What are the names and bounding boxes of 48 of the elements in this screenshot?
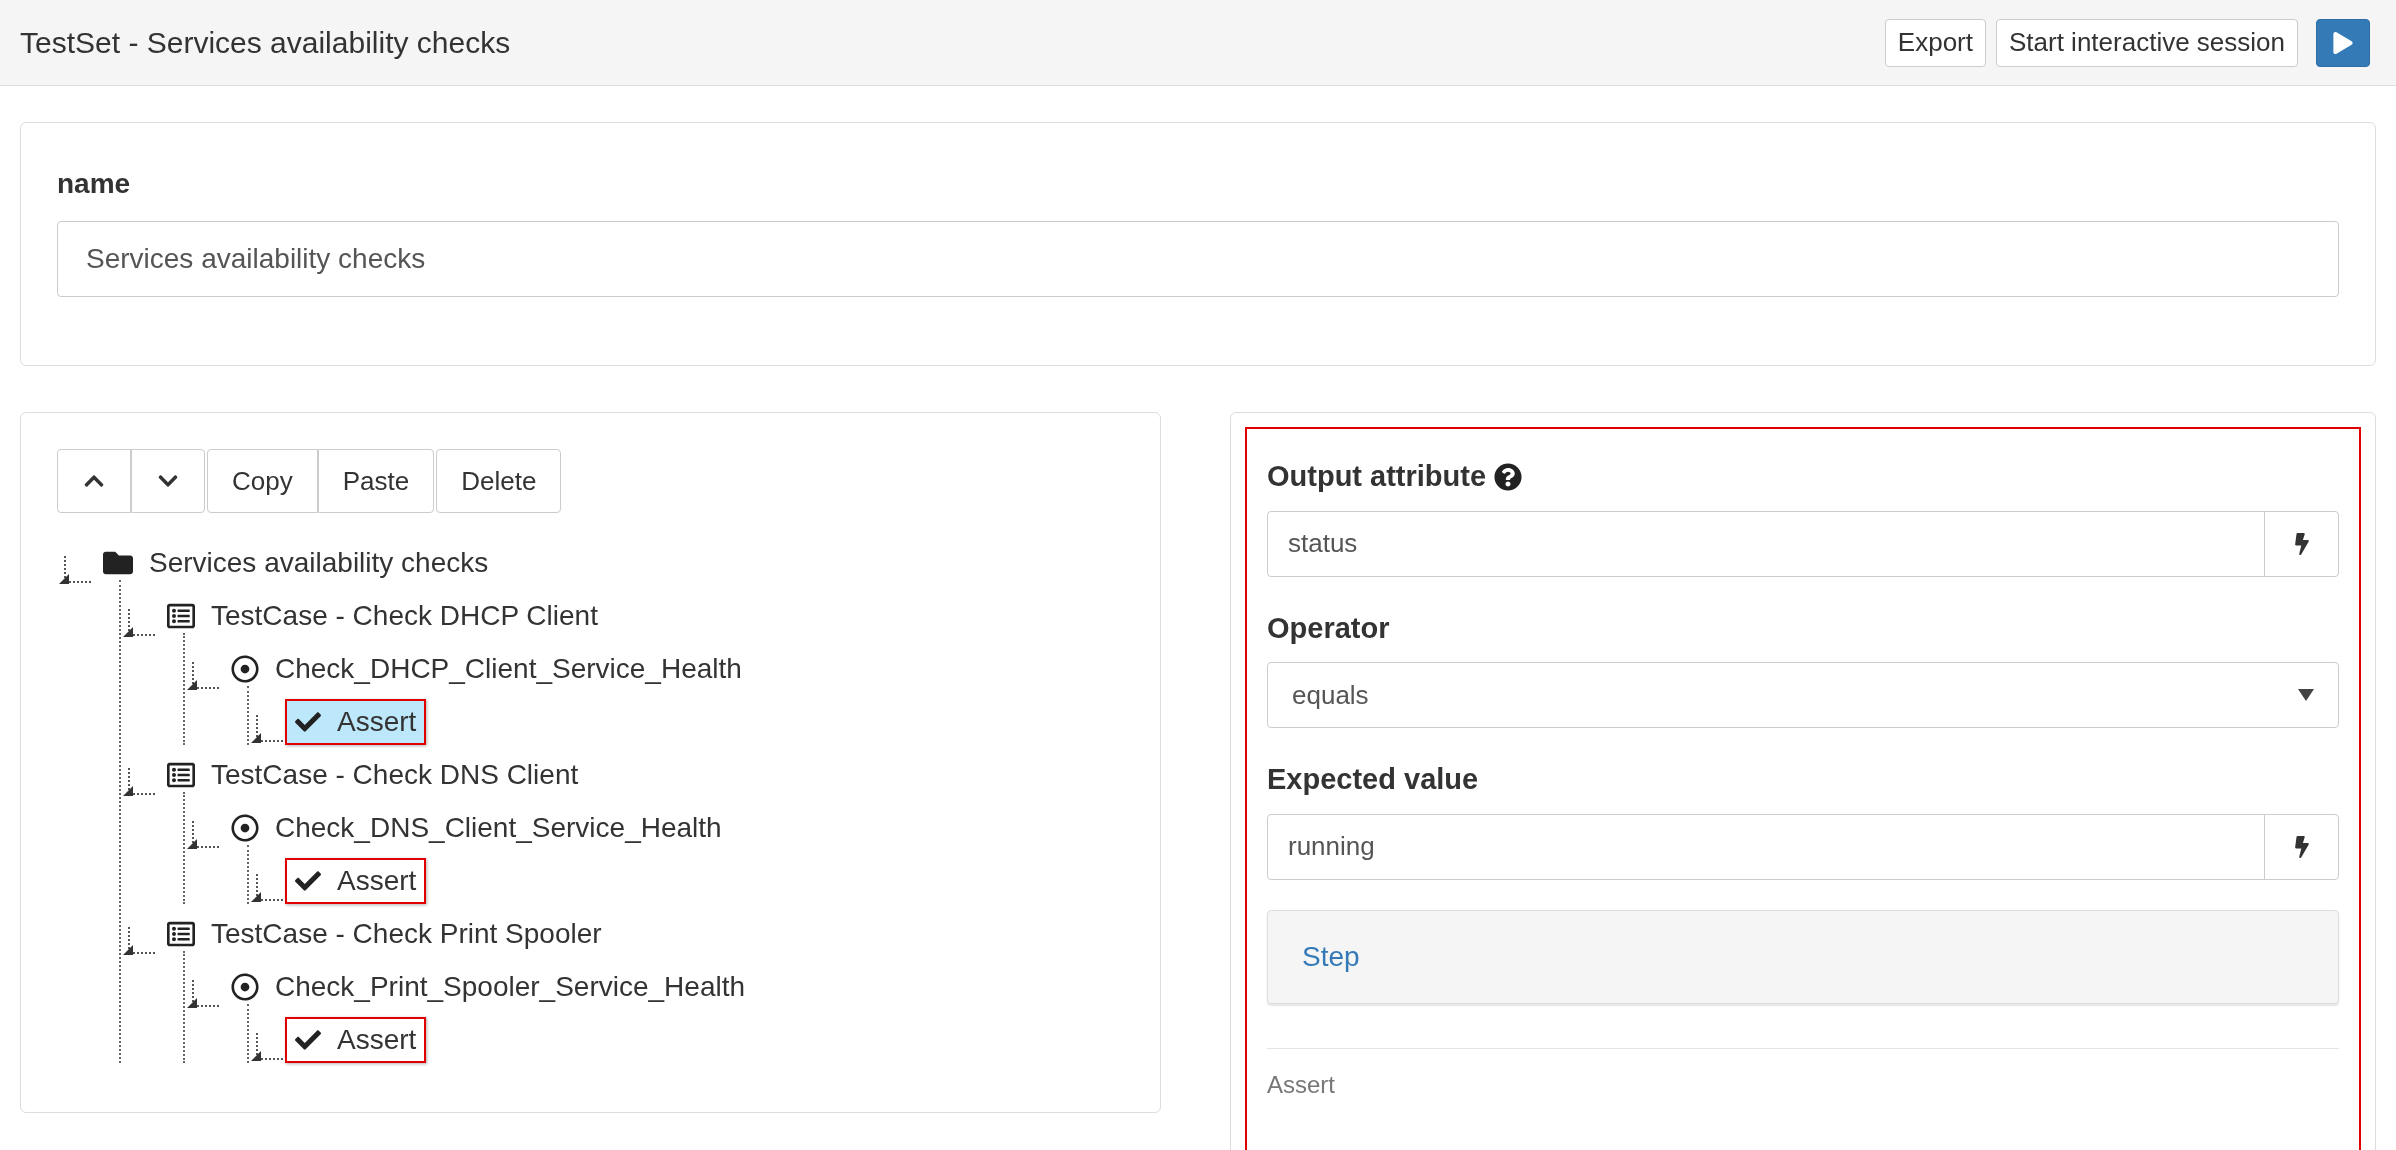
run-button[interactable] (2316, 18, 2370, 67)
tree-connector-icon (185, 980, 221, 1010)
target-icon (231, 973, 259, 1001)
tree-connector-icon (185, 662, 221, 692)
field-label: Expected value (1267, 762, 1479, 797)
target-icon (231, 655, 259, 683)
play-icon (2332, 31, 2354, 54)
field-label: Output attribute (1267, 459, 1487, 494)
tree-connector-icon (185, 821, 221, 851)
tree-connector-icon (121, 609, 157, 639)
toolbar-button[interactable]: Paste (317, 449, 435, 513)
operator-select[interactable]: equals (1267, 662, 2339, 728)
value-field[interactable]: running (1267, 813, 2339, 880)
header-button[interactable]: Start interactive session (1996, 18, 2298, 67)
tree-node[interactable]: Check_DNS_Client_Service_Health (221, 805, 732, 851)
tree-node[interactable]: Services availability checks (93, 540, 499, 586)
toolbar-button[interactable]: Delete (436, 449, 562, 513)
tree-node[interactable]: Check_Print_Spooler_Service_Health (221, 964, 756, 1010)
tree-connector-icon (249, 715, 285, 745)
tree-connector-icon (249, 1033, 285, 1063)
value-field[interactable]: status (1267, 510, 2339, 577)
tree-connector-icon (121, 768, 157, 798)
header-button[interactable]: Export (1884, 18, 1986, 67)
tree-node[interactable]: TestCase - Check Print Spooler (157, 911, 612, 957)
tree-connector-icon (121, 927, 157, 957)
tree-node[interactable]: Assert (285, 1017, 427, 1063)
tree-node[interactable]: TestCase - Check DNS Client (157, 752, 589, 798)
tree-connector-icon (57, 556, 93, 586)
tree-node[interactable]: Assert (285, 858, 427, 904)
name-label: name (57, 167, 132, 201)
tree-node[interactable]: Check_DHCP_Client_Service_Health (221, 646, 752, 692)
check-icon (295, 709, 321, 735)
check-icon (295, 868, 321, 894)
check-icon (295, 1027, 321, 1053)
tree-node[interactable]: Assert (285, 699, 427, 745)
footer-text: Assert (1267, 1070, 1335, 1098)
name-field[interactable]: Services availability checks (57, 221, 2339, 297)
target-icon (231, 814, 259, 842)
dropdown-caret-icon (2298, 689, 2314, 701)
step-link[interactable]: Step (1302, 935, 1360, 978)
list-icon (167, 761, 195, 789)
list-icon (167, 602, 195, 630)
tree-node[interactable]: TestCase - Check DHCP Client (157, 593, 608, 639)
toolbar-button[interactable]: Copy (207, 449, 318, 513)
list-icon (167, 920, 195, 948)
tree-connector-icon (249, 874, 285, 904)
page-title: TestSet - Services availability checks (20, 25, 511, 61)
field-label: Operator (1267, 610, 1390, 646)
